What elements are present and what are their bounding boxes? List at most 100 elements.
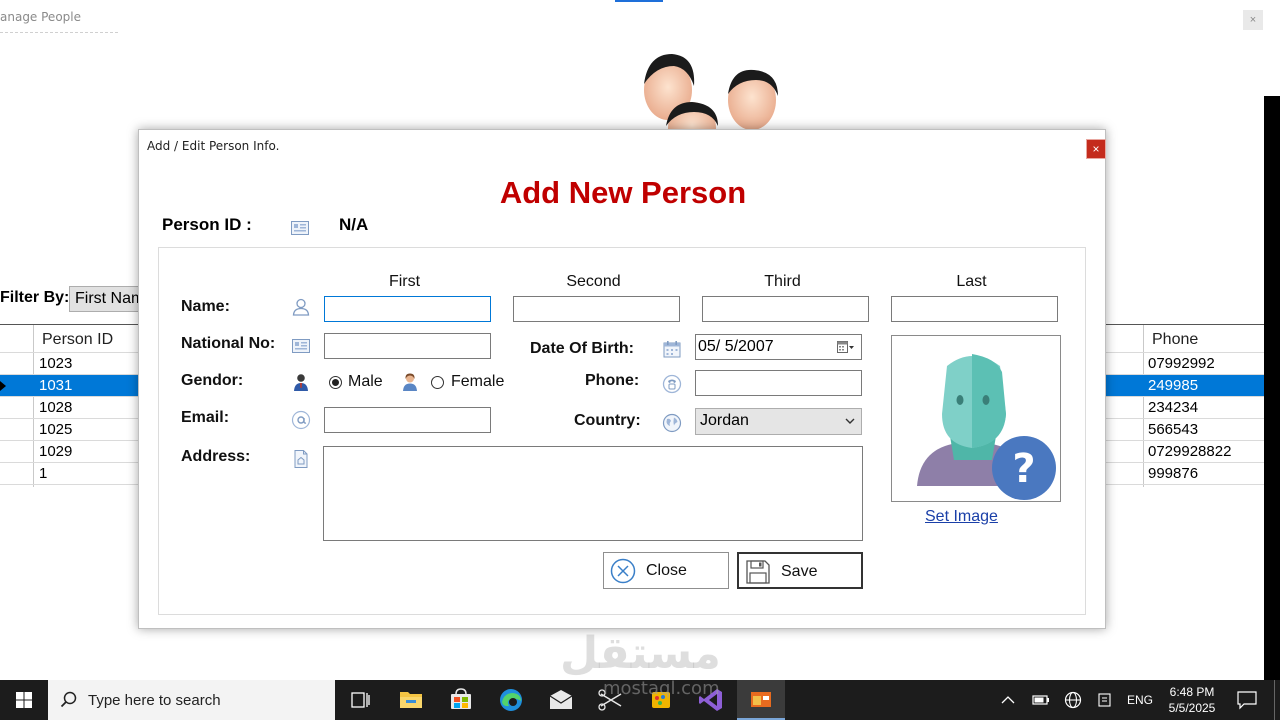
taskbar-active-app[interactable] [737, 680, 785, 720]
close-circle-icon [610, 558, 636, 584]
cell-person-id: 1028 [39, 399, 73, 416]
app-window-icon [751, 692, 771, 707]
cell-person-id: 1031 [39, 377, 73, 394]
grid-header-phone[interactable]: Phone [1152, 331, 1198, 349]
male-person-icon [294, 374, 308, 391]
cell-person-id: 1029 [39, 443, 73, 460]
ime-icon[interactable] [1095, 691, 1115, 709]
taskbar-store[interactable] [437, 680, 485, 720]
taskbar-file-explorer[interactable] [387, 680, 435, 720]
person-id-value: N/A [339, 215, 369, 234]
calendar-dropdown-icon[interactable] [837, 341, 855, 354]
search-icon [60, 691, 77, 708]
address-label: Address: [181, 448, 251, 465]
show-desktop-button[interactable] [1274, 680, 1280, 720]
window-edge [1264, 0, 1280, 96]
clock-time: 6:48 PM [1169, 685, 1215, 699]
cell-phone: 999876 [1148, 465, 1199, 482]
watermark-url: mostaql.com [603, 678, 720, 699]
battery-icon[interactable] [1031, 692, 1051, 708]
unknown-person-icon: ? [917, 354, 1056, 500]
title-underline [0, 32, 118, 33]
store-bag-icon [451, 688, 471, 709]
male-radio-label[interactable]: Male [348, 373, 383, 391]
close-button[interactable]: Close [603, 552, 729, 589]
phone-input[interactable] [695, 370, 862, 396]
email-input[interactable] [324, 407, 491, 433]
address-input[interactable] [323, 446, 863, 541]
svg-text:?: ? [1012, 446, 1035, 492]
close-button-label: Close [646, 562, 687, 579]
taskbar-mail[interactable] [537, 680, 585, 720]
date-of-birth-value: 05/ 5/2007 [698, 338, 774, 355]
row-selector-arrow-icon [0, 381, 6, 391]
clock-date: 5/5/2025 [1168, 701, 1216, 715]
dialog-close-button[interactable]: × [1086, 139, 1106, 159]
task-view-button[interactable] [336, 680, 384, 720]
third-name-input[interactable] [702, 296, 869, 322]
chevron-up-icon[interactable] [998, 692, 1018, 708]
background-window-title: anage People [0, 10, 81, 24]
second-name-header: Second [566, 273, 621, 290]
person-outline-icon [292, 298, 310, 316]
id-card-icon [291, 221, 309, 235]
start-button[interactable] [0, 680, 48, 720]
last-name-input[interactable] [891, 296, 1058, 322]
background-close-button[interactable]: × [1243, 10, 1263, 30]
globe-icon [662, 413, 682, 433]
taskbar-search[interactable]: Type here to search [48, 680, 335, 720]
id-card-icon [292, 339, 310, 353]
female-person-icon [403, 373, 417, 391]
name-label: Name: [181, 298, 230, 315]
cell-person-id: 1025 [39, 421, 73, 438]
language-indicator[interactable]: ENG [1127, 693, 1153, 707]
country-label: Country: [574, 412, 641, 429]
phone-label: Phone: [585, 372, 640, 389]
network-globe-icon[interactable] [1063, 691, 1083, 709]
national-no-input[interactable] [324, 333, 491, 359]
mail-icon [549, 690, 573, 709]
taskbar-edge[interactable] [487, 680, 535, 720]
page-title: Add New Person [499, 175, 747, 210]
chevron-down-icon [845, 418, 855, 424]
save-button-label: Save [781, 563, 818, 580]
person-id-label: Person ID : [162, 215, 252, 234]
people-icon [644, 54, 778, 130]
save-button[interactable]: Save [737, 552, 863, 589]
national-no-label: National No: [181, 335, 276, 352]
female-radio-label[interactable]: Female [451, 373, 504, 391]
taskbar-clock[interactable]: 6:48 PM 5/5/2025 [1160, 684, 1224, 716]
save-floppy-icon [746, 560, 770, 584]
search-placeholder: Type here to search [88, 692, 221, 709]
dialog-title: Add / Edit Person Info. [147, 139, 280, 153]
windows-logo-icon [16, 692, 32, 708]
country-selected-value: Jordan [700, 412, 749, 429]
grid-header-person-id[interactable]: Person ID [42, 331, 113, 349]
set-image-link[interactable]: Set Image [925, 508, 998, 526]
at-sign-icon [291, 410, 311, 430]
male-radio[interactable] [329, 376, 342, 389]
edge-browser-icon [500, 689, 522, 711]
second-name-input[interactable] [513, 296, 680, 322]
cell-person-id: 1023 [39, 355, 73, 372]
cell-phone: 07992992 [1148, 355, 1215, 372]
email-label: Email: [181, 409, 230, 426]
cell-phone: 566543 [1148, 421, 1199, 438]
third-name-header: Third [764, 273, 801, 290]
date-of-birth-picker[interactable]: 05/ 5/2007 [695, 334, 862, 360]
cell-phone: 0729928822 [1148, 443, 1232, 460]
country-select[interactable]: Jordan [695, 408, 862, 435]
folder-icon [400, 692, 422, 708]
cell-person-id: 1 [39, 465, 48, 482]
calendar-icon [663, 341, 681, 358]
date-of-birth-label: Date Of Birth: [530, 340, 634, 357]
notification-icon[interactable] [1236, 690, 1258, 710]
female-radio[interactable] [431, 376, 444, 389]
filter-by-select[interactable]: First Name [69, 286, 139, 312]
filter-by-label: Filter By: [0, 289, 70, 306]
watermark-logo: مستقل [560, 628, 721, 679]
phone-icon [662, 374, 682, 394]
first-name-input[interactable] [324, 296, 491, 322]
window-accent-bar [615, 0, 663, 2]
cell-phone: 249985 [1148, 377, 1199, 394]
